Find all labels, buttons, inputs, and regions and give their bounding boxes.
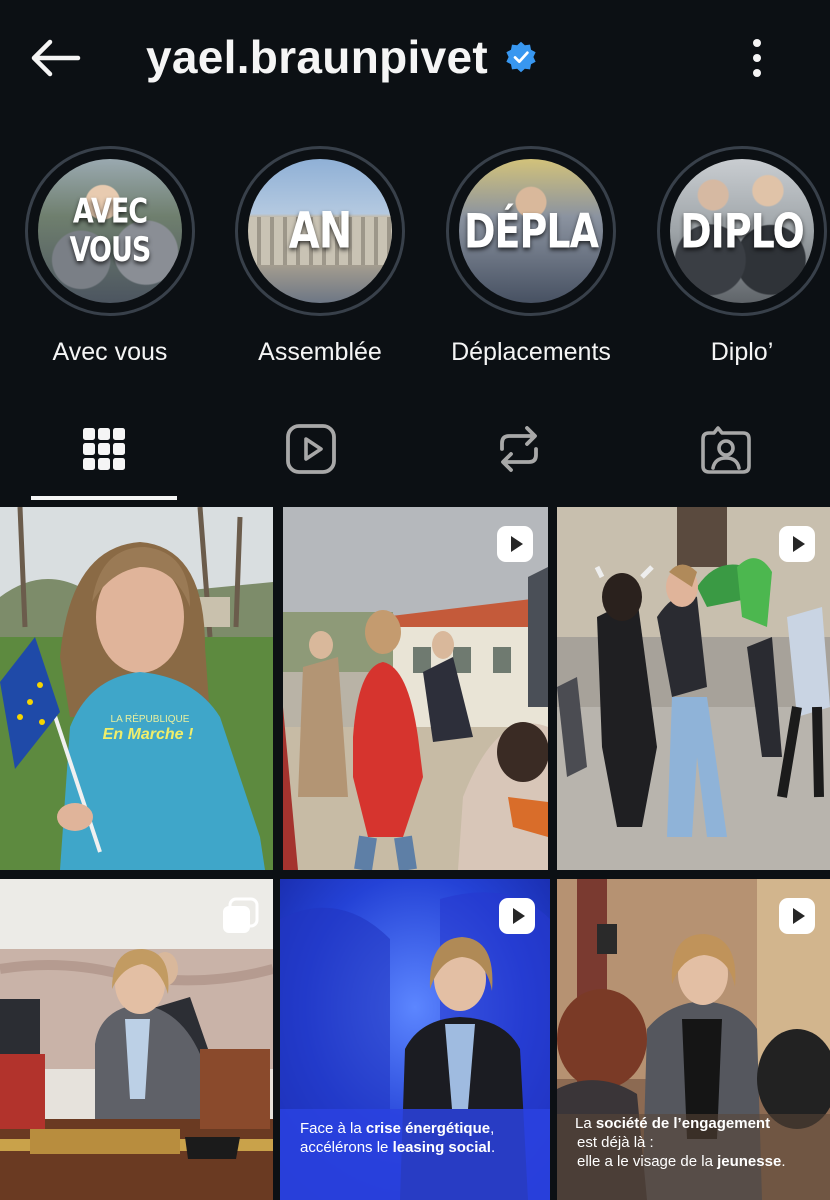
post-tile[interactable]	[557, 507, 830, 870]
shirt-text-line1: LA RÉPUBLIQUE	[111, 712, 190, 725]
highlight-ring: DIPLO	[657, 146, 827, 316]
reel-badge-icon	[499, 898, 535, 934]
title-wrap: yael.braunpivet	[146, 30, 538, 84]
highlight-cover: AVEC VOUS	[38, 159, 182, 303]
highlight-ring: AN	[235, 146, 405, 316]
highlight-assemblee[interactable]: AN Assemblée	[210, 146, 430, 367]
back-button[interactable]	[26, 34, 82, 82]
profile-username: yael.braunpivet	[146, 31, 488, 83]
post-tile[interactable]	[283, 507, 548, 870]
highlight-label: Assemblée	[258, 338, 382, 366]
profile-tabs	[0, 400, 830, 502]
highlight-deplacements[interactable]: DÉPLA Déplacements	[421, 146, 641, 367]
tab-tagged[interactable]	[651, 400, 801, 498]
tab-reposts[interactable]	[444, 400, 594, 498]
highlight-cover-text: DIPLO	[680, 203, 805, 259]
profile-header: yael.braunpivet	[0, 0, 830, 120]
verified-badge-icon	[506, 41, 536, 73]
post-caption-line2: accélérons le leasing social.	[300, 1139, 495, 1156]
post-tile[interactable]	[0, 879, 273, 1200]
active-tab-indicator	[31, 496, 177, 500]
arrow-left-icon	[31, 39, 81, 77]
tab-posts-grid[interactable]	[29, 400, 179, 498]
post-tile[interactable]: LA RÉPUBLIQUE En Marche !	[0, 507, 273, 870]
post-caption-line1: Face à la crise énergétique,	[300, 1120, 494, 1137]
tab-reels[interactable]	[236, 400, 386, 498]
highlight-label: Avec vous	[52, 338, 168, 366]
grid-icon	[83, 428, 125, 470]
highlight-ring: DÉPLA	[446, 146, 616, 316]
highlight-diplo[interactable]: DIPLO Diplo’	[632, 146, 830, 367]
posts-grid: LA RÉPUBLIQUE En Marche ! Face à la cris…	[0, 507, 830, 1200]
highlight-label: Diplo’	[710, 338, 774, 366]
highlight-cover-text: AVEC VOUS	[69, 192, 152, 270]
story-highlights: AVEC VOUS Avec vous AN Assemblée DÉPLA D…	[0, 146, 830, 366]
post-tile[interactable]: La société de l’engagement est déjà là :…	[557, 879, 830, 1200]
post-caption-line3: elle a le visage de la jeunesse.	[577, 1153, 785, 1170]
highlight-cover: AN	[248, 159, 392, 303]
reel-badge-icon	[497, 526, 533, 562]
reel-badge-icon	[779, 898, 815, 934]
post-caption-line1: La société de l’engagement	[575, 1115, 770, 1132]
highlight-cover-text: DÉPLA	[464, 203, 599, 259]
carousel-icon	[223, 897, 259, 933]
shirt-text-line2: En Marche !	[103, 726, 194, 743]
reposts-icon	[500, 426, 538, 472]
post-image: LA RÉPUBLIQUE En Marche !	[0, 507, 273, 870]
reels-icon	[286, 424, 336, 474]
highlight-ring: AVEC VOUS	[25, 146, 195, 316]
more-options-button[interactable]	[740, 36, 774, 80]
highlight-cover: DIPLO	[670, 159, 814, 303]
tagged-icon	[701, 426, 751, 474]
highlight-cover: DÉPLA	[459, 159, 603, 303]
highlight-avec-vous[interactable]: AVEC VOUS Avec vous	[0, 146, 220, 367]
highlight-label: Déplacements	[451, 338, 611, 366]
post-caption-line2: est déjà là :	[577, 1134, 654, 1151]
more-vertical-icon	[753, 39, 761, 77]
reel-badge-icon	[779, 526, 815, 562]
post-tile[interactable]: Face à la crise énergétique, accélérons …	[280, 879, 550, 1200]
highlight-cover-text: AN	[288, 202, 352, 260]
